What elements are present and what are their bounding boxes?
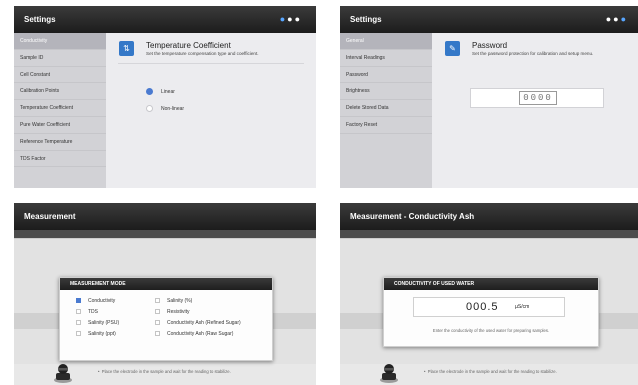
mode-option-label: Salinity (%) bbox=[167, 298, 193, 304]
mode-checkbox[interactable] bbox=[155, 331, 160, 337]
sidebar-item[interactable]: Reference Temperature bbox=[14, 134, 106, 151]
mode-option-label: Salinity (ppt) bbox=[88, 331, 116, 337]
mode-option[interactable]: Conductivity Ash (Raw Sugar) bbox=[155, 329, 233, 339]
mode-option-label: Salinity (PSU) bbox=[88, 320, 120, 326]
sidebar-item[interactable]: Calibration Points bbox=[14, 83, 106, 101]
sidebar-item[interactable]: Pure Water Coefficient bbox=[14, 117, 106, 134]
mode-checkbox[interactable] bbox=[76, 298, 81, 304]
mode-checkbox[interactable] bbox=[76, 309, 81, 315]
mode-option-label: TDS bbox=[88, 309, 98, 315]
conductivity-ash-screen: Measurement - Conductivity Ash • Place t… bbox=[340, 203, 638, 385]
mode-option-label: Conductivity bbox=[88, 298, 116, 304]
mode-option[interactable]: Conductivity Ash (Refined Sugar) bbox=[155, 318, 241, 328]
content-description: Set the password protection for calibrat… bbox=[472, 51, 594, 56]
settings-temperature-screen: Settings ●●● Conductivity Sample ID Cell C… bbox=[14, 6, 316, 188]
mode-option[interactable]: Conductivity bbox=[76, 296, 115, 306]
sidebar-item[interactable]: General bbox=[340, 33, 432, 50]
radio-non-linear[interactable]: Non-linear bbox=[146, 104, 184, 114]
dialog-hint: Enter the conductivity of the used water… bbox=[432, 328, 550, 333]
mode-option[interactable]: Resistivity bbox=[155, 307, 190, 317]
divider bbox=[118, 63, 304, 64]
mode-option-label: Conductivity Ash (Raw Sugar) bbox=[167, 331, 234, 337]
sidebar-item[interactable]: Conductivity bbox=[14, 33, 106, 50]
title-bar: Measurement - Conductivity Ash bbox=[340, 203, 638, 230]
mode-options: Conductivity TDS Salinity (PSU) Salinity (p… bbox=[60, 290, 272, 360]
measurement-mode-dialog: MEASUREMENT MODE Conductivity TDS Salinity… bbox=[59, 277, 273, 361]
sidebar-item[interactable]: Cell Constant bbox=[14, 67, 106, 84]
mode-option-label: Conductivity Ash (Refined Sugar) bbox=[167, 320, 241, 326]
settings-content: ✎ Password Set the password protection f… bbox=[432, 33, 638, 188]
mode-option[interactable]: Salinity (PSU) bbox=[76, 318, 119, 328]
mode-option-label: Resistivity bbox=[167, 309, 190, 315]
settings-sidebar: Conductivity Sample ID Cell Constant Calibr… bbox=[14, 33, 106, 188]
content-title: Password bbox=[472, 41, 508, 50]
title-bar: Measurement bbox=[14, 203, 316, 230]
password-digits[interactable]: 0000 bbox=[519, 91, 557, 105]
measurement-hint: • Place the electrode in the sample and … bbox=[98, 369, 231, 374]
settings-content: ⇅ Temperature Coefficient Set the temper… bbox=[106, 33, 316, 188]
sidebar-item[interactable]: Brightness bbox=[340, 83, 432, 101]
conductivity-unit: µS/cm bbox=[515, 304, 530, 310]
ash-water-dialog: CONDUCTIVITY OF USED WATER 000.5 µS/cm E… bbox=[383, 277, 599, 347]
sidebar-item[interactable]: Factory Reset bbox=[340, 117, 432, 134]
measurement-hint: • Place the electrode in the sample and … bbox=[424, 369, 557, 374]
mode-option[interactable]: Salinity (ppt) bbox=[76, 329, 116, 339]
title-bar: Settings ●●● bbox=[14, 6, 316, 33]
page-indicator: ●●● bbox=[605, 14, 628, 24]
screen-title: Settings bbox=[350, 15, 382, 24]
title-bar: Settings ●●● bbox=[340, 6, 638, 33]
screen-title: Measurement bbox=[24, 212, 76, 221]
mode-checkbox[interactable] bbox=[155, 320, 160, 326]
dialog-title: CONDUCTIVITY OF USED WATER bbox=[384, 278, 598, 290]
screen-title: Measurement - Conductivity Ash bbox=[350, 212, 475, 221]
conductivity-value[interactable]: 000.5 bbox=[466, 301, 499, 313]
mode-checkbox[interactable] bbox=[76, 320, 81, 326]
settings-sidebar: General Interval Readings Password Brightne… bbox=[340, 33, 432, 188]
conductivity-input[interactable]: 000.5 µS/cm bbox=[413, 297, 565, 317]
radio-linear[interactable]: Linear bbox=[146, 87, 175, 97]
content-description: Set the temperature compensation type an… bbox=[146, 51, 259, 56]
dialog-title: MEASUREMENT MODE bbox=[60, 278, 272, 290]
sidebar-item[interactable]: Sample ID bbox=[14, 50, 106, 67]
mode-checkbox[interactable] bbox=[76, 331, 81, 337]
page-indicator: ●●● bbox=[279, 14, 302, 24]
sidebar-item[interactable]: Interval Readings bbox=[340, 50, 432, 67]
mode-option[interactable]: TDS bbox=[76, 307, 98, 317]
password-field[interactable]: 0000 bbox=[470, 88, 604, 108]
coefficient-icon: ⇅ bbox=[119, 41, 134, 56]
sidebar-item[interactable]: Password bbox=[340, 67, 432, 84]
content-title: Temperature Coefficient bbox=[146, 41, 231, 50]
mode-checkbox[interactable] bbox=[155, 309, 160, 315]
radio-unselected[interactable] bbox=[146, 105, 153, 113]
wrench-icon: ✎ bbox=[445, 41, 460, 56]
settings-password-screen: Settings ●●● General Interval Readings Pas… bbox=[340, 6, 638, 188]
sidebar-item[interactable]: Delete Stored Data bbox=[340, 100, 432, 117]
radio-selected[interactable] bbox=[146, 88, 153, 96]
measurement-mode-screen: Measurement • Place the electrode in the… bbox=[14, 203, 316, 385]
sidebar-item[interactable]: TDS Factor bbox=[14, 151, 106, 168]
screen-title: Settings bbox=[24, 15, 56, 24]
mode-option[interactable]: Salinity (%) bbox=[155, 296, 192, 306]
mode-checkbox[interactable] bbox=[155, 298, 160, 304]
sidebar-item[interactable]: Temperature Coefficient bbox=[14, 100, 106, 117]
